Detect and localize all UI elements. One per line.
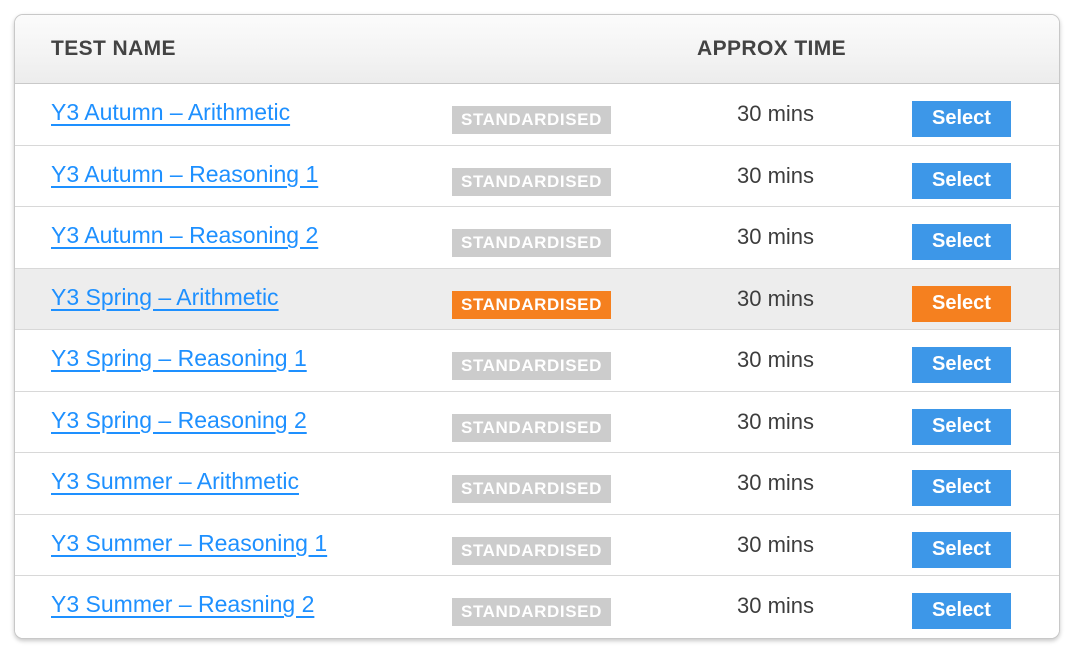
test-name-link[interactable]: Y3 Spring – Reasoning 1 — [51, 345, 307, 372]
approx-time-value: 30 mins — [737, 470, 815, 495]
select-button[interactable]: Select — [912, 347, 1011, 383]
approx-time-value: 30 mins — [737, 593, 815, 618]
table-row: Y3 Summer – Reasning 2 STANDARDISED 30 min… — [15, 576, 1059, 638]
status-badge: STANDARDISED — [452, 598, 612, 626]
table-row: Y3 Spring – Reasoning 2 STANDARDISED 30 mi… — [15, 391, 1059, 453]
table-row: Y3 Spring – Arithmetic STANDARDISED 30 min… — [15, 268, 1059, 330]
table-row: Y3 Autumn – Reasoning 2 STANDARDISED 30 mi… — [15, 207, 1059, 269]
approx-time-value: 30 mins — [737, 531, 815, 557]
table-row: Y3 Spring – Reasoning 1 STANDARDISED 30 mi… — [15, 330, 1059, 392]
test-name-link[interactable]: Y3 Spring – Reasoning 2 — [51, 407, 307, 434]
status-badge: STANDARDISED — [452, 352, 612, 380]
select-button[interactable]: Select — [912, 408, 1011, 445]
table-body: Y3 Autumn – Arithmetic STANDARDISED 30 min… — [15, 84, 1059, 638]
select-button[interactable]: Select — [912, 593, 1011, 629]
status-badge: STANDARDISED — [452, 290, 612, 319]
approx-time-value: 30 mins — [737, 408, 815, 434]
table-row: Y3 Autumn – Reasoning 1 STANDARDISED 30 mi… — [15, 145, 1059, 207]
select-button[interactable]: Select — [912, 162, 1011, 199]
test-name-link[interactable]: Y3 Autumn – Arithmetic — [51, 99, 290, 126]
approx-time-value: 30 mins — [737, 347, 815, 372]
status-badge: STANDARDISED — [452, 167, 612, 196]
status-badge: STANDARDISED — [452, 536, 612, 565]
test-name-link[interactable]: Y3 Autumn – Reasoning 2 — [51, 222, 318, 249]
status-badge: STANDARDISED — [452, 229, 612, 257]
table-row: Y3 Summer – Reasoning 1 STANDARDISED 30 mi… — [15, 514, 1059, 576]
test-name-link[interactable]: Y3 Spring – Arithmetic — [51, 284, 279, 311]
approx-time-value: 30 mins — [737, 101, 815, 126]
select-button[interactable]: Select — [912, 285, 1011, 322]
table-header-row: TEST NAME APPROX TIME — [15, 15, 1059, 84]
select-button[interactable]: Select — [912, 101, 1011, 137]
select-button[interactable]: Select — [912, 224, 1011, 260]
test-name-link[interactable]: Y3 Autumn – Reasoning 1 — [51, 161, 318, 188]
status-badge: STANDARDISED — [452, 106, 612, 134]
test-name-link[interactable]: Y3 Summer – Reasoning 1 — [51, 530, 327, 557]
approx-time-value: 30 mins — [737, 162, 815, 188]
approx-time-value: 30 mins — [737, 224, 815, 249]
table-row: Y3 Autumn – Arithmetic STANDARDISED 30 min… — [15, 84, 1059, 146]
test-name-link[interactable]: Y3 Summer – Arithmetic — [51, 468, 299, 495]
select-button[interactable]: Select — [912, 470, 1011, 506]
status-badge: STANDARDISED — [452, 413, 612, 442]
test-selection-table: TEST NAME APPROX TIME Y3 Autumn – Arithm… — [14, 14, 1060, 639]
test-name-link[interactable]: Y3 Summer – Reasning 2 — [51, 591, 314, 618]
approx-time-value: 30 mins — [737, 285, 815, 311]
column-header-approx-time: APPROX TIME — [697, 37, 847, 60]
column-header-test-name: TEST NAME — [51, 37, 176, 60]
select-button[interactable]: Select — [912, 531, 1011, 568]
status-badge: STANDARDISED — [452, 475, 612, 503]
table-row: Y3 Summer – Arithmetic STANDARDISED 30 min… — [15, 453, 1059, 515]
